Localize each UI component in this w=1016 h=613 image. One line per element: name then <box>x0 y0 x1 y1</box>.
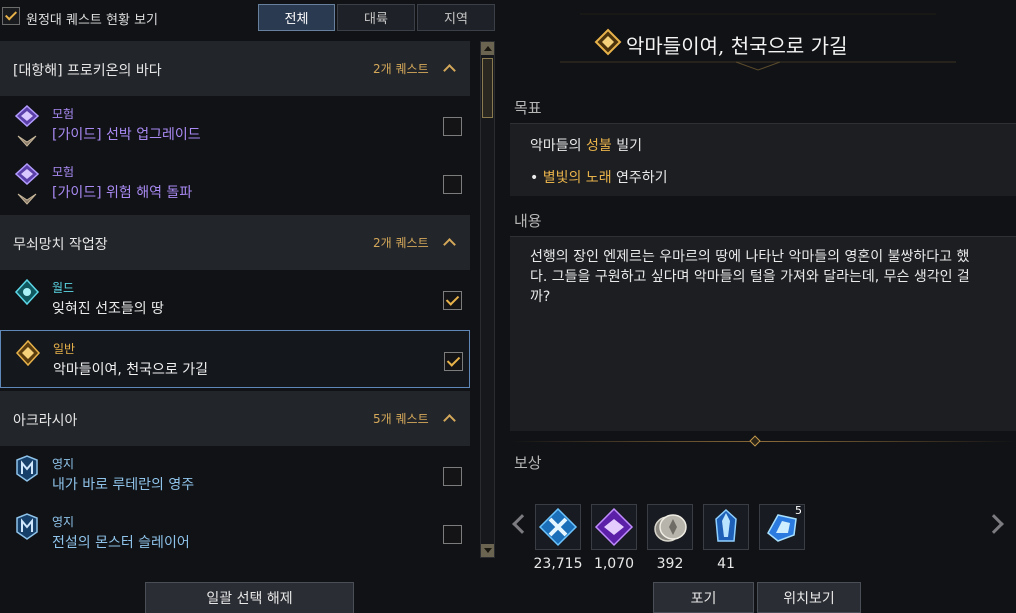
normal-quest-icon <box>15 339 41 367</box>
normal-quest-icon <box>594 28 622 56</box>
quest-track-checkbox[interactable] <box>443 525 462 544</box>
quest-category: 모험 <box>52 165 75 179</box>
blue-crystal-icon <box>715 508 737 542</box>
quest-list: [대항해] 프로키온의 바다 2개 퀘스트 모험 [가이드] 선박 업그레이드 … <box>0 41 472 564</box>
quest-row[interactable]: 월드 잊혀진 선조들의 땅 <box>0 270 470 328</box>
goal-keyword: 별빛의 노래 <box>542 170 612 186</box>
quest-title: 악마들이여, 천국으로 가길 <box>626 34 848 58</box>
quest-list-panel: 원정대 퀘스트 현황 보기 전체 대륙 지역 [대항해] 프로키온의 바다 2개… <box>0 0 500 613</box>
arrow-up-icon <box>484 46 492 51</box>
estate-quest-icon <box>16 455 38 482</box>
show-status-checkbox[interactable] <box>2 7 20 25</box>
quest-track-checkbox[interactable] <box>443 117 462 136</box>
quest-row[interactable]: 영지 전설의 몬스터 슬레이어 <box>0 504 470 562</box>
divider <box>510 441 1016 442</box>
reward-item[interactable] <box>535 504 581 550</box>
check-icon <box>4 8 18 21</box>
quest-name: 내가 바로 루테란의 영주 <box>52 477 195 493</box>
tab-region[interactable]: 지역 <box>417 4 495 31</box>
goal-keyword: 성불 <box>585 138 612 154</box>
abandon-button[interactable]: 포기 <box>653 582 754 613</box>
quest-track-checkbox[interactable] <box>444 352 463 371</box>
group-header[interactable]: [대항해] 프로키온의 바다 2개 퀘스트 <box>0 41 470 96</box>
group-title: 무쇠망치 작업장 <box>13 237 108 253</box>
quest-name: 잊혀진 선조들의 땅 <box>52 301 164 317</box>
tab-all[interactable]: 전체 <box>258 4 335 31</box>
silver-coin-icon <box>654 514 687 542</box>
collapse-chevron-icon[interactable] <box>443 238 456 251</box>
tab-continent[interactable]: 대륙 <box>337 4 415 31</box>
goal-text: 악마들의 <box>530 138 586 154</box>
quest-category: 영지 <box>52 457 75 471</box>
scroll-up-button[interactable] <box>481 42 494 55</box>
group-header[interactable]: 아크라시아 5개 퀘스트 <box>0 391 470 446</box>
collapse-chevron-icon[interactable] <box>443 64 456 77</box>
goal-box: 악마들의 성불 빌기 • 별빛의 노래 연주하기 <box>510 123 1016 196</box>
quest-description: 선행의 장인 엔제르는 우마르의 땅에 나타난 악마들의 영혼이 불쌍하다고 했… <box>530 249 970 305</box>
quest-category: 모험 <box>52 107 75 121</box>
reward-item[interactable] <box>703 504 749 550</box>
collapse-chevron-icon[interactable] <box>443 414 456 427</box>
reward-item[interactable] <box>647 504 693 550</box>
quest-name: 전설의 몬스터 슬레이어 <box>52 535 190 551</box>
adventure-quest-icon <box>14 104 40 147</box>
goal-text: 빌기 <box>611 138 642 154</box>
quest-track-checkbox[interactable] <box>443 291 462 310</box>
world-quest-icon <box>14 278 40 306</box>
content-box: 선행의 장인 엔제르는 우마르의 땅에 나타난 악마들의 영혼이 불쌍하다고 했… <box>510 236 1016 431</box>
group-count: 2개 퀘스트 <box>373 236 429 250</box>
bottom-bar: 일괄 선택 해제 <box>0 567 500 613</box>
quest-name: [가이드] 선박 업그레이드 <box>52 127 201 143</box>
estate-quest-icon <box>16 513 38 540</box>
adventure-quest-icon <box>14 162 40 205</box>
divider-ornament <box>749 435 761 447</box>
reward-prev-arrow-icon[interactable] <box>512 514 532 534</box>
group-title: [대항해] 프로키온의 바다 <box>13 63 162 79</box>
quest-name: [가이드] 위험 해역 돌파 <box>52 185 193 201</box>
reward-item[interactable] <box>591 504 637 550</box>
quest-category: 월드 <box>52 281 75 295</box>
quest-row[interactable]: 영지 내가 바로 루테란의 영주 <box>0 446 470 504</box>
quest-category: 일반 <box>53 342 76 356</box>
show-status-label: 원정대 퀘스트 현황 보기 <box>26 13 158 28</box>
scroll-thumb[interactable] <box>482 58 493 118</box>
reward-item[interactable]: 5 <box>759 504 805 550</box>
quest-name: 악마들이여, 천국으로 가길 <box>53 362 209 378</box>
quest-row[interactable]: 모험 [가이드] 위험 해역 돌파 <box>0 154 470 212</box>
deselect-all-button[interactable]: 일괄 선택 해제 <box>145 582 354 613</box>
group-title: 아크라시아 <box>13 413 78 429</box>
goal-objective: 악마들의 성불 빌기 <box>530 135 642 155</box>
detail-header: 악마들이여, 천국으로 가길 <box>500 0 1016 75</box>
reward-count: 1,070 <box>593 556 635 572</box>
check-icon <box>445 292 460 306</box>
check-icon <box>446 353 461 367</box>
reward-label: 보상 <box>514 454 542 472</box>
reward-next-arrow-icon[interactable] <box>984 514 1004 534</box>
arrow-down-icon <box>484 548 492 553</box>
group-count: 2개 퀘스트 <box>373 62 429 76</box>
reward-badge: 5 <box>795 504 802 517</box>
quest-track-checkbox[interactable] <box>443 175 462 194</box>
bullet: • <box>530 170 539 186</box>
goal-subobjective: • 별빛의 노래 연주하기 <box>530 167 668 187</box>
quest-row-selected[interactable]: 일반 악마들이여, 천국으로 가길 <box>0 330 470 388</box>
goal-label: 목표 <box>514 99 542 117</box>
content-label: 내용 <box>514 212 542 230</box>
blue-hammer-icon <box>538 507 578 547</box>
reward-count: 23,715 <box>533 556 583 572</box>
filter-bar: 원정대 퀘스트 현황 보기 전체 대륙 지역 <box>0 0 500 36</box>
scroll-down-button[interactable] <box>481 544 494 557</box>
quest-detail-panel: 악마들이여, 천국으로 가길 목표 악마들의 성불 빌기 • 별빛의 노래 연주… <box>500 0 1016 613</box>
quest-row[interactable]: 모험 [가이드] 선박 업그레이드 <box>0 96 470 154</box>
group-count: 5개 퀘스트 <box>373 412 429 426</box>
purple-crest-icon <box>594 507 634 547</box>
quest-list-scrollbar[interactable] <box>480 41 495 558</box>
group-header[interactable]: 무쇠망치 작업장 2개 퀘스트 <box>0 215 470 270</box>
reward-count: 392 <box>656 556 684 572</box>
goal-text: 연주하기 <box>611 170 668 186</box>
reward-count: 41 <box>717 556 735 572</box>
quest-category: 영지 <box>52 515 75 529</box>
quest-track-checkbox[interactable] <box>443 467 462 486</box>
locate-button[interactable]: 위치보기 <box>757 582 861 613</box>
